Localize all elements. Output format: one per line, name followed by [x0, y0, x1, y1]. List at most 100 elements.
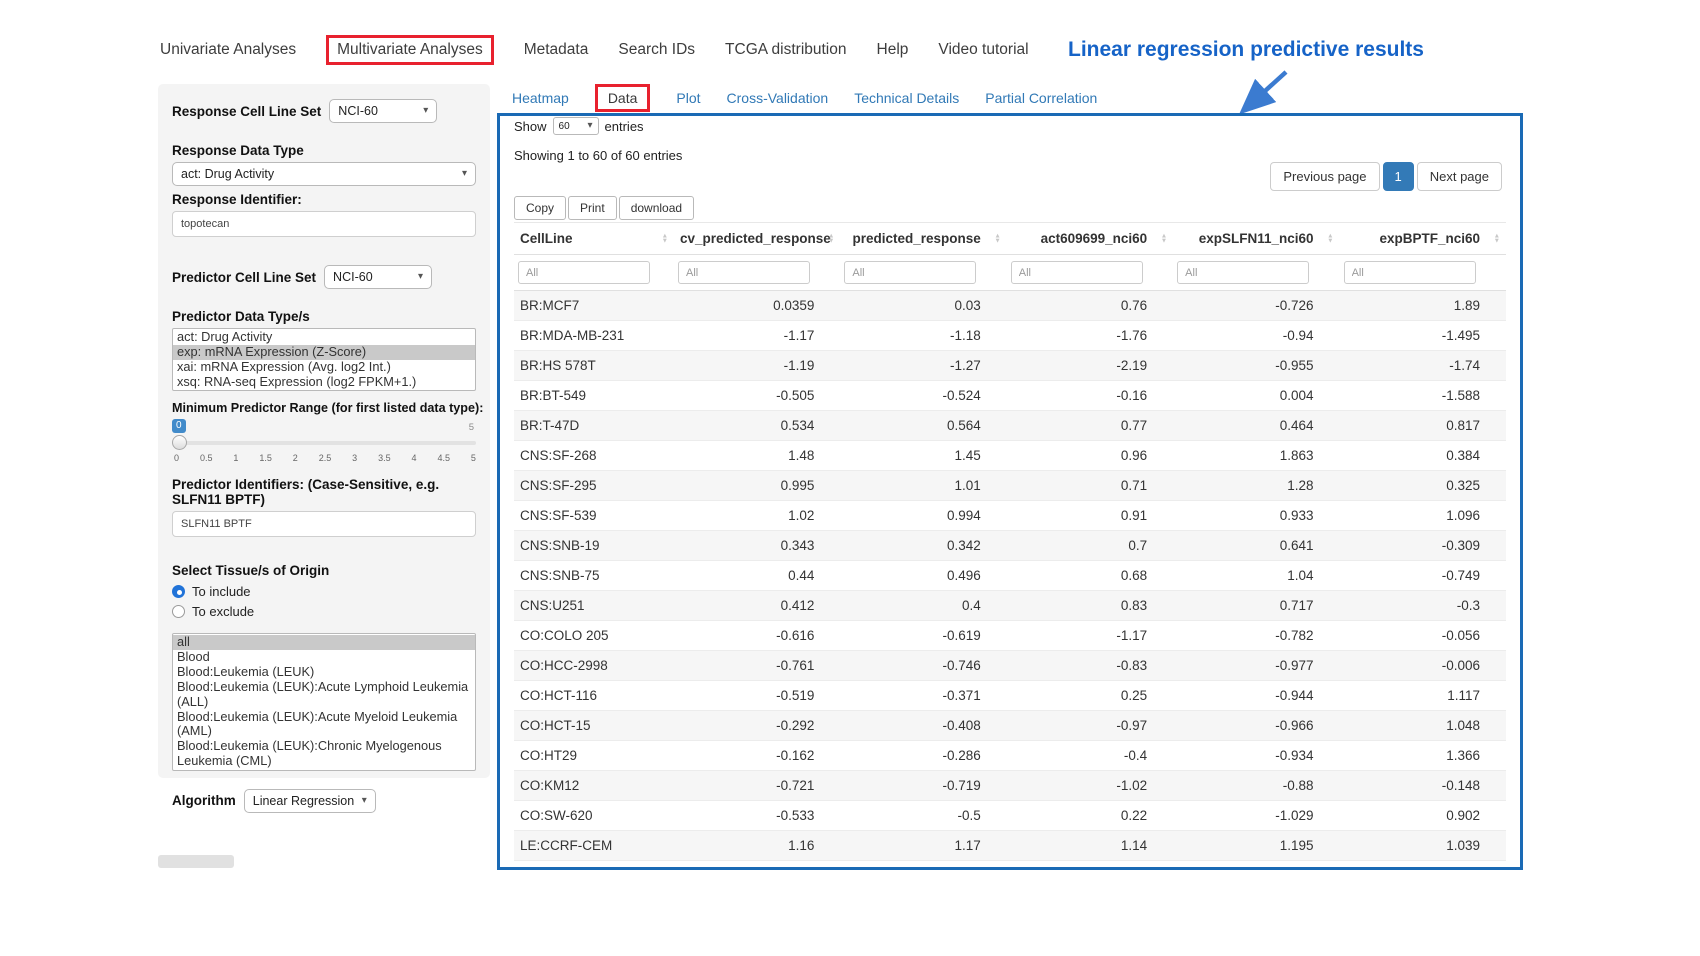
table-row[interactable]: CO:COLO 205-0.616-0.619-1.17-0.782-0.056: [514, 621, 1506, 651]
value-cell: -0.944: [1173, 681, 1339, 711]
min-predictor-range-slider[interactable]: 0 5 00.511.522.533.544.55: [172, 419, 476, 469]
response-data-type-select[interactable]: act: Drug Activity: [172, 162, 476, 186]
nav-item-metadata[interactable]: Metadata: [524, 41, 589, 59]
table-row[interactable]: CO:HCC-2998-0.761-0.746-0.83-0.977-0.006: [514, 651, 1506, 681]
nav-item-tcga-distribution[interactable]: TCGA distribution: [725, 41, 846, 59]
table-row[interactable]: BR:HS 578T-1.19-1.27-2.19-0.955-1.74: [514, 351, 1506, 381]
nav-item-video-tutorial[interactable]: Video tutorial: [938, 41, 1028, 59]
table-row[interactable]: CNS:SNB-750.440.4960.681.04-0.749: [514, 561, 1506, 591]
option-xsq-rna-seq-expression-log2-fpkm-1[interactable]: xsq: RNA-seq Expression (log2 FPKM+1.): [173, 375, 475, 390]
column-header-cv-predicted-response[interactable]: cv_predicted_response: [674, 223, 840, 255]
table-row[interactable]: LE:HL-60(TB)0.9510.9340.681.3070.031: [514, 861, 1506, 871]
value-cell: 1.048: [1340, 711, 1506, 741]
tab-partial-correlation[interactable]: Partial Correlation: [985, 90, 1097, 106]
option-blood[interactable]: Blood: [173, 650, 475, 665]
option-blood-leukemia-leuk[interactable]: Blood:Leukemia (LEUK): [173, 665, 475, 680]
nav-item-search-ids[interactable]: Search IDs: [618, 41, 695, 59]
column-header-expbptf-nci60[interactable]: expBPTF_nci60: [1340, 223, 1506, 255]
filter-input-cv-predicted-response[interactable]: [678, 261, 810, 284]
option-blood-leukemia-leuk-acute-lymphoid-leukemia-all[interactable]: Blood:Leukemia (LEUK):Acute Lymphoid Leu…: [173, 680, 475, 710]
table-row[interactable]: CO:SW-620-0.533-0.50.22-1.0290.902: [514, 801, 1506, 831]
export-buttons: CopyPrintdownload: [514, 196, 694, 220]
value-cell: -0.292: [674, 711, 840, 741]
option-all[interactable]: all: [173, 635, 475, 650]
table-row[interactable]: CO:HCT-15-0.292-0.408-0.97-0.9661.048: [514, 711, 1506, 741]
algorithm-select[interactable]: Linear Regression: [244, 789, 376, 813]
cellline-cell: CNS:U251: [514, 591, 674, 621]
sort-icon[interactable]: [828, 233, 834, 244]
value-cell: 0.004: [1173, 381, 1339, 411]
tab-plot[interactable]: Plot: [676, 90, 700, 106]
table-row[interactable]: BR:T-47D0.5340.5640.770.4640.817: [514, 411, 1506, 441]
nav-item-help[interactable]: Help: [877, 41, 909, 59]
cellline-cell: BR:MCF7: [514, 291, 674, 321]
column-header-predicted-response[interactable]: predicted_response: [840, 223, 1006, 255]
tab-heatmap[interactable]: Heatmap: [512, 90, 569, 106]
table-row[interactable]: BR:MCF70.03590.030.76-0.7261.89: [514, 291, 1506, 321]
sort-icon[interactable]: [1494, 233, 1500, 244]
next-page-button[interactable]: Next page: [1417, 162, 1502, 191]
tab-data[interactable]: Data: [595, 84, 651, 112]
nav-item-univariate-analyses[interactable]: Univariate Analyses: [160, 41, 296, 59]
table-row[interactable]: CNS:SF-2681.481.450.961.8630.384: [514, 441, 1506, 471]
response-cell-line-set-select[interactable]: NCI-60: [329, 99, 437, 123]
sort-icon[interactable]: [1161, 233, 1167, 244]
column-header-act609699-nci60[interactable]: act609699_nci60: [1007, 223, 1173, 255]
value-cell: -2.19: [1007, 351, 1173, 381]
filter-input-expslfn11-nci60[interactable]: [1177, 261, 1309, 284]
value-cell: 1.16: [674, 831, 840, 861]
value-cell: 0.68: [1007, 561, 1173, 591]
table-row[interactable]: CNS:SF-5391.020.9940.910.9331.096: [514, 501, 1506, 531]
slider-handle[interactable]: [172, 435, 187, 450]
page-1-button[interactable]: 1: [1383, 162, 1414, 191]
previous-page-button[interactable]: Previous page: [1270, 162, 1379, 191]
filter-input-predicted-response[interactable]: [844, 261, 976, 284]
table-row[interactable]: BR:MDA-MB-231-1.17-1.18-1.76-0.94-1.495: [514, 321, 1506, 351]
table-row[interactable]: CO:HT29-0.162-0.286-0.4-0.9341.366: [514, 741, 1506, 771]
table-row[interactable]: CO:KM12-0.721-0.719-1.02-0.88-0.148: [514, 771, 1506, 801]
option-act-drug-activity[interactable]: act: Drug Activity: [173, 330, 475, 345]
value-cell: -0.524: [840, 381, 1006, 411]
table-row[interactable]: CNS:SF-2950.9951.010.711.280.325: [514, 471, 1506, 501]
predictor-data-types-listbox[interactable]: act: Drug Activityexp: mRNA Expression (…: [172, 328, 476, 391]
value-cell: -0.749: [1340, 561, 1506, 591]
table-row[interactable]: CNS:SNB-190.3430.3420.70.641-0.309: [514, 531, 1506, 561]
value-cell: 0.995: [674, 471, 840, 501]
option-xai-mrna-expression-avg-log2-int[interactable]: xai: mRNA Expression (Avg. log2 Int.): [173, 360, 475, 375]
print-button[interactable]: Print: [568, 196, 617, 220]
value-cell: -1.495: [1340, 321, 1506, 351]
sort-icon[interactable]: [994, 233, 1000, 244]
filter-input-expbptf-nci60[interactable]: [1344, 261, 1476, 284]
predictor-cell-line-set-select[interactable]: NCI-60: [324, 265, 432, 289]
radio-to-exclude[interactable]: To exclude: [172, 604, 476, 619]
page-length-select[interactable]: 60: [553, 117, 599, 135]
table-row[interactable]: LE:CCRF-CEM1.161.171.141.1951.039: [514, 831, 1506, 861]
option-blood-leukemia-leuk-acute-myeloid-leukemia-aml[interactable]: Blood:Leukemia (LEUK):Acute Myeloid Leuk…: [173, 710, 475, 740]
tab-technical-details[interactable]: Technical Details: [854, 90, 959, 106]
value-cell: -1.76: [1007, 321, 1173, 351]
copy-button[interactable]: Copy: [514, 196, 566, 220]
radio-button-icon[interactable]: [172, 585, 185, 598]
tab-cross-validation[interactable]: Cross-Validation: [727, 90, 829, 106]
value-cell: -0.505: [674, 381, 840, 411]
column-header-cellline[interactable]: CellLine: [514, 223, 674, 255]
table-row[interactable]: BR:BT-549-0.505-0.524-0.160.004-1.588: [514, 381, 1506, 411]
radio-button-icon[interactable]: [172, 605, 185, 618]
filter-input-cellline[interactable]: [518, 261, 650, 284]
option-exp-mrna-expression-z-score[interactable]: exp: mRNA Expression (Z-Score): [173, 345, 475, 360]
column-header-expslfn11-nci60[interactable]: expSLFN11_nci60: [1173, 223, 1339, 255]
option-blood-leukemia-leuk-chronic-myelogenous-leukemia-cml[interactable]: Blood:Leukemia (LEUK):Chronic Myelogenou…: [173, 739, 475, 769]
table-row[interactable]: CNS:U2510.4120.40.830.717-0.3: [514, 591, 1506, 621]
slider-tick: 3.5: [378, 453, 391, 463]
tissue-listbox[interactable]: allBloodBlood:Leukemia (LEUK)Blood:Leuke…: [172, 633, 476, 771]
slider-track[interactable]: [172, 441, 476, 445]
response-identifier-input[interactable]: [172, 211, 476, 237]
sort-icon[interactable]: [1327, 233, 1333, 244]
nav-item-multivariate-analyses[interactable]: Multivariate Analyses: [326, 35, 494, 65]
radio-to-include[interactable]: To include: [172, 584, 476, 599]
predictor-identifiers-input[interactable]: [172, 511, 476, 537]
download-button[interactable]: download: [619, 196, 694, 220]
table-row[interactable]: CO:HCT-116-0.519-0.3710.25-0.9441.117: [514, 681, 1506, 711]
filter-input-act609699-nci60[interactable]: [1011, 261, 1143, 284]
sort-icon[interactable]: [662, 233, 668, 244]
